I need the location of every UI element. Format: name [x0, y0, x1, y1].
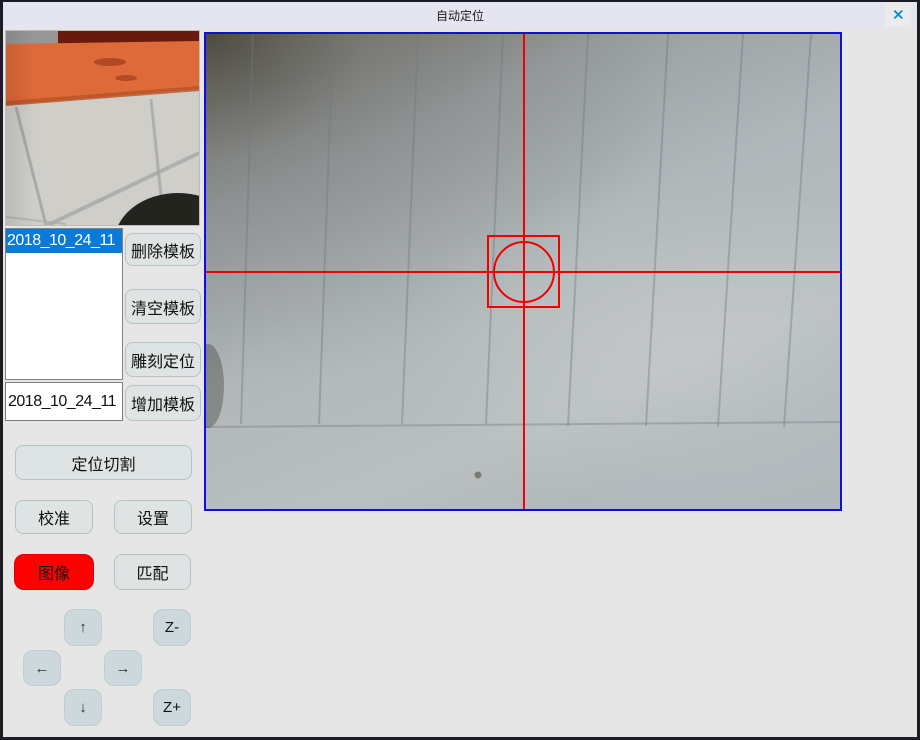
z-plus-button[interactable]: Z+	[153, 689, 191, 726]
match-button[interactable]: 匹配	[114, 554, 191, 590]
image-button[interactable]: 图像	[14, 554, 94, 590]
jog-up-button[interactable]: ↑	[64, 609, 102, 646]
close-icon: ✕	[892, 8, 905, 23]
window-title: 自动定位	[436, 7, 484, 24]
template-list[interactable]: 2018_10_24_11	[5, 228, 123, 380]
template-name-input[interactable]	[5, 382, 123, 421]
z-minus-button[interactable]: Z-	[153, 609, 191, 646]
template-thumbnail-preview	[5, 30, 200, 226]
title-bar: 自动定位 ✕	[3, 2, 917, 28]
jog-right-button[interactable]: →	[104, 650, 142, 686]
position-cut-button[interactable]: 定位切割	[15, 445, 192, 480]
match-region-circle	[493, 241, 555, 303]
add-template-button[interactable]: 增加模板	[125, 385, 201, 421]
template-list-item[interactable]: 2018_10_24_11	[6, 229, 122, 253]
thumbnail-image	[6, 31, 199, 225]
camera-view	[204, 32, 842, 511]
app-window: 自动定位 ✕	[0, 0, 920, 740]
close-button[interactable]: ✕	[885, 3, 911, 27]
jog-down-button[interactable]: ↓	[64, 689, 102, 726]
clear-templates-button[interactable]: 清空模板	[125, 289, 201, 324]
jog-left-button[interactable]: ←	[23, 650, 61, 686]
delete-template-button[interactable]: 删除模板	[125, 233, 201, 266]
calibrate-button[interactable]: 校准	[15, 500, 93, 534]
settings-button[interactable]: 设置	[114, 500, 192, 534]
engrave-position-button[interactable]: 雕刻定位	[125, 342, 201, 377]
